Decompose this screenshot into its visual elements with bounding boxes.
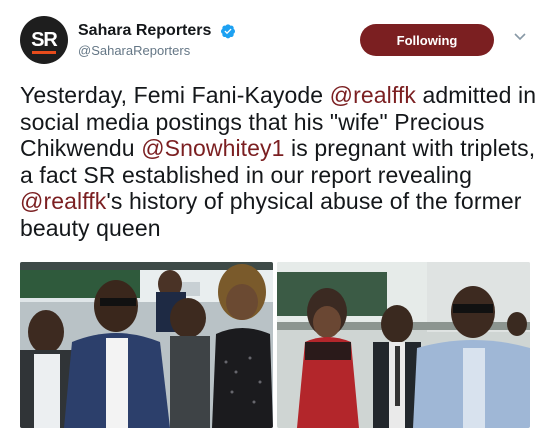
account-name-block: Sahara Reporters @SaharaReporters [78,22,236,58]
avatar-logo-text: SR [31,28,58,51]
tweet-text-segment: Yesterday, Femi Fani-Kayode [20,82,330,108]
mention-link[interactable]: @realffk [20,188,106,214]
avatar[interactable]: SR [20,16,68,64]
photo-left[interactable] [20,262,273,428]
photo-right[interactable] [277,262,530,428]
mention-link[interactable]: @Snowhitey1 [141,135,284,161]
tweet-text: Yesterday, Femi Fani-Kayode @realffk adm… [20,82,540,241]
account-handle[interactable]: @SaharaReporters [78,43,236,58]
tweet-media[interactable] [20,262,530,428]
avatar-logo-bar [32,51,56,54]
following-button[interactable]: Following [360,24,494,56]
chevron-down-icon[interactable] [514,32,526,42]
verified-badge-icon [220,24,235,39]
mention-link[interactable]: @realffk [330,82,416,108]
display-name[interactable]: Sahara Reporters [78,22,211,40]
tweet-header: SR Sahara Reporters @SaharaReporters Fol… [20,16,530,66]
